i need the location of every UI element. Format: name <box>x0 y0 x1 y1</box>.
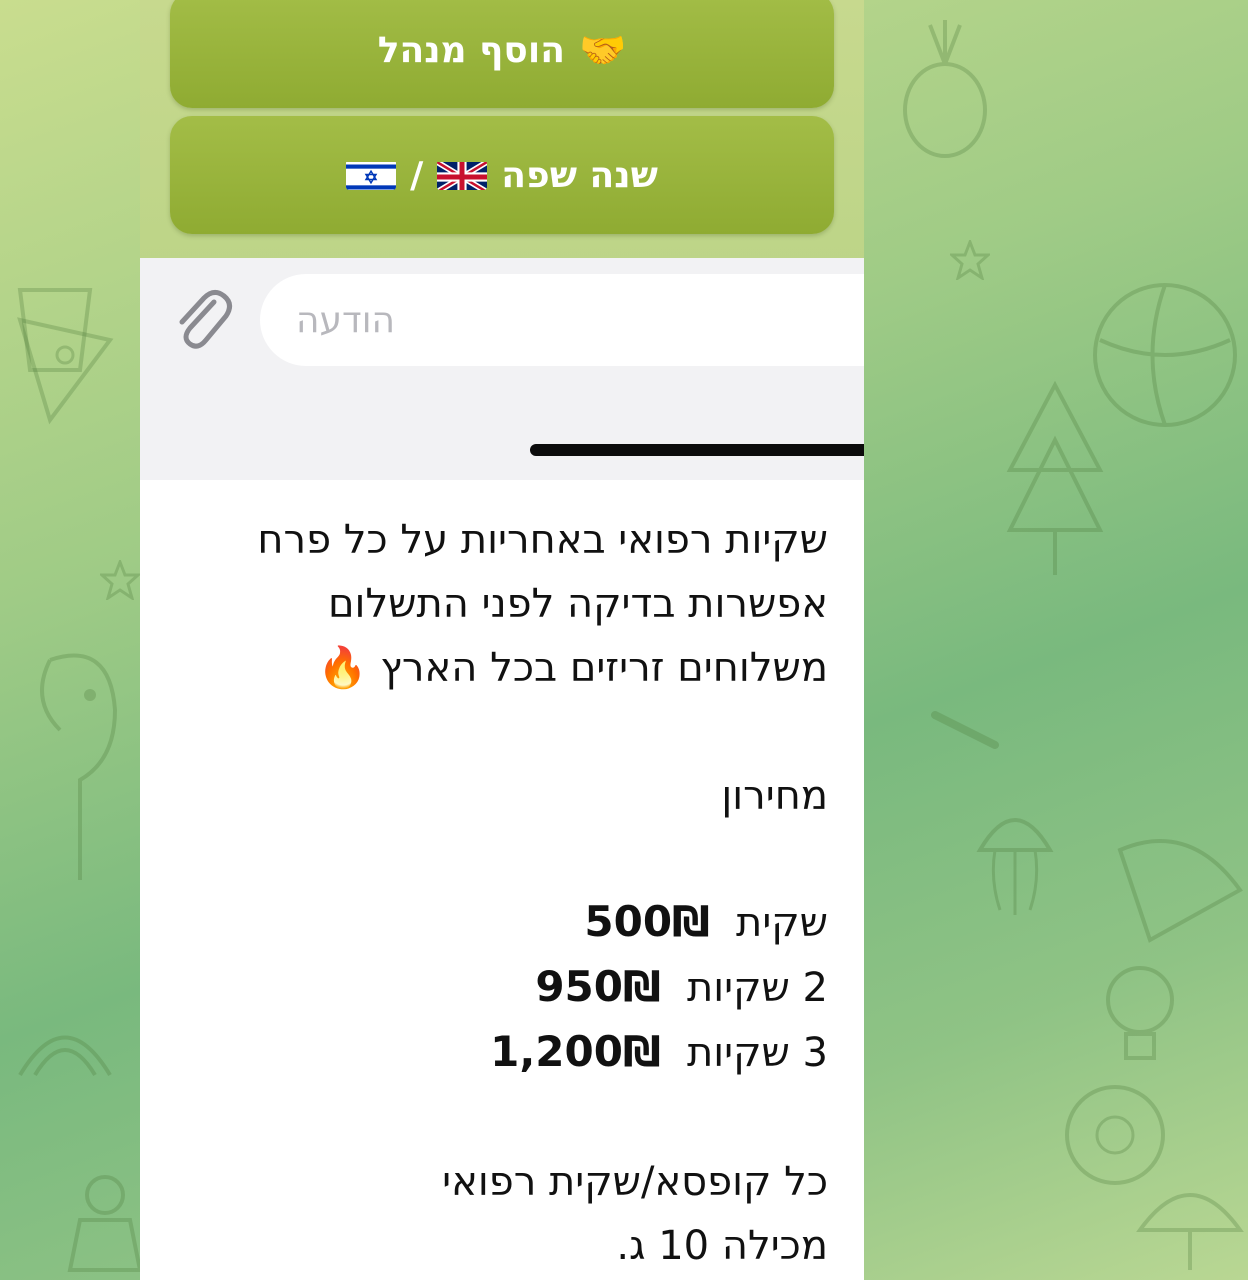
umbrella-doodle-icon <box>1136 1193 1244 1270</box>
star-doodle-icon <box>950 240 990 280</box>
uk-flag-icon <box>437 160 488 190</box>
change-language-label: שנה שפה <box>501 154 658 196</box>
price-value: 500₪ <box>584 897 711 946</box>
price-row: 2 שקיות 950₪ <box>168 955 828 1020</box>
message-footer: כל קופסא/שקית רפואי מכילה 10 ג. <box>168 1150 828 1278</box>
price-value: 950₪ <box>535 962 661 1011</box>
star-doodle-icon <box>100 560 140 600</box>
price-item: 3 שקיות <box>686 1030 828 1076</box>
intro-line-3: משלוחים זריזים בכל הארץ <box>380 645 828 691</box>
popcorn-doodle-icon <box>17 288 93 372</box>
bone-doodle-icon <box>931 711 999 749</box>
price-item: שקית <box>736 900 828 946</box>
billiard-ball-doodle-icon <box>1065 1085 1165 1185</box>
rainbow-doodle-icon <box>18 1035 112 1077</box>
pineapple-doodle-icon <box>903 20 987 158</box>
intro-line-2: אפשרות בדיקה לפני התשלום <box>328 581 828 627</box>
footer-line-2: מכילה 10 ג. <box>616 1223 828 1269</box>
home-indicator <box>530 444 864 456</box>
message-intro: שקיות רפואי באחריות על כל פרח אפשרות בדי… <box>168 508 828 700</box>
price-heading-block: מחירון <box>168 764 828 828</box>
jellyfish-doodle-icon <box>976 818 1054 915</box>
fire-icon: 🔥 <box>317 645 368 691</box>
intro-line-3-row: משלוחים זריזים בכל הארץ 🔥 <box>168 636 828 700</box>
handshake-icon: 🤝 <box>578 27 627 72</box>
gingerbread-doodle-icon <box>67 1175 143 1272</box>
price-row: שקית 500₪ <box>168 890 828 955</box>
price-list: שקית 500₪ 2 שקיות 950₪ 3 שקיות 1,200₪ <box>168 890 828 1085</box>
intro-line-1: שקיות רפואי באחריות על כל פרח <box>257 517 828 563</box>
dino-doodle-icon <box>40 653 118 880</box>
message-card: שקיות רפואי באחריות על כל פרח אפשרות בדי… <box>140 480 864 1280</box>
israel-flag-icon <box>346 160 397 190</box>
add-admin-label: הוסף מנהל <box>377 29 565 71</box>
footer-line-1: כל קופסא/שקית רפואי <box>442 1159 828 1205</box>
add-admin-button[interactable]: 🤝 הוסף מנהל <box>170 0 834 108</box>
change-language-button[interactable]: שנה שפה / <box>170 116 834 234</box>
price-value: 1,200₪ <box>490 1027 661 1076</box>
bulb-doodle-icon <box>1106 966 1174 1060</box>
pizza-slice-doodle-icon <box>1117 839 1243 943</box>
pizza-doodle-icon <box>17 317 114 425</box>
language-separator: / <box>410 154 424 196</box>
message-composer <box>140 258 864 480</box>
tree-doodle-icon <box>1006 380 1104 575</box>
price-row: 3 שקיות 1,200₪ <box>168 1020 828 1085</box>
message-input[interactable] <box>260 274 864 366</box>
ball-doodle-icon <box>1093 283 1237 427</box>
price-heading: מחירון <box>721 773 828 819</box>
paperclip-icon[interactable] <box>170 284 234 354</box>
price-item: 2 שקיות <box>686 965 828 1011</box>
chat-screen: 🤝 הוסף מנהל שנה שפה / <box>140 0 864 480</box>
